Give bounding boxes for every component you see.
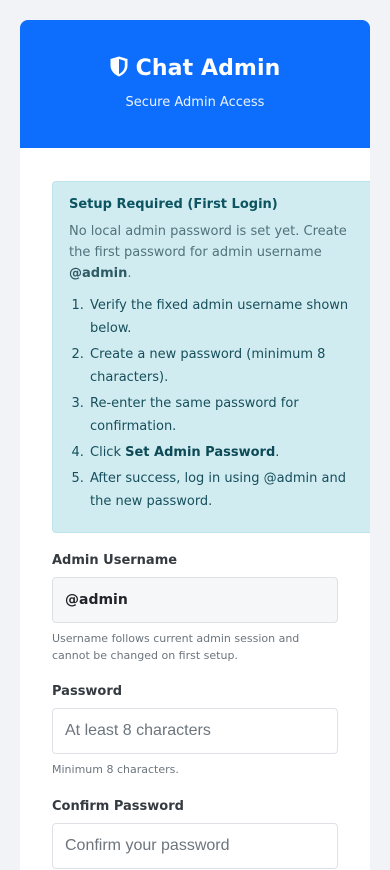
username-label: Admin Username (52, 553, 178, 568)
step-4-suffix: . (275, 445, 280, 460)
alert-description: No local admin password is set yet. Crea… (69, 221, 370, 284)
password-input[interactable] (52, 708, 338, 754)
step-item: After success, log in using @admin and t… (88, 467, 370, 513)
username-field: Admin Username Username follows current … (52, 553, 338, 664)
password-hint: Minimum 8 characters. (52, 763, 179, 776)
step-item: Verify the fixed admin username shown be… (88, 294, 370, 340)
alert-desc-end: . (127, 266, 132, 281)
password-label: Password (52, 684, 123, 699)
step-item: Create a new password (minimum 8 charact… (88, 343, 370, 389)
step-4-prefix: Click (90, 445, 126, 460)
header-subtitle: Secure Admin Access (125, 95, 265, 110)
app-title: Chat Admin (135, 56, 281, 81)
confirm-password-label: Confirm Password (52, 799, 184, 814)
step-item: Click Set Admin Password. (88, 441, 370, 464)
alert-desc-text: No local admin password is set yet. Crea… (69, 224, 347, 260)
step-item: Re-enter the same password for confirmat… (88, 392, 370, 438)
setup-card: Chat Admin Secure Admin Access Setup Req… (20, 20, 370, 870)
password-field: Password Minimum 8 characters. (52, 684, 338, 778)
alert-username: @admin (69, 266, 128, 281)
setup-alert: Setup Required (First Login) No local ad… (52, 181, 370, 533)
confirm-password-field: Confirm Password (52, 799, 338, 869)
card-body: Setup Required (First Login) No local ad… (20, 148, 370, 869)
confirm-password-input[interactable] (52, 823, 338, 869)
step-4-action: Set Admin Password (125, 445, 276, 460)
card-header: Chat Admin Secure Admin Access (20, 20, 370, 148)
alert-title: Setup Required (First Login) (69, 197, 278, 212)
username-hint: Username follows current admin session a… (52, 632, 300, 662)
username-input[interactable] (52, 577, 338, 623)
shield-icon (110, 56, 128, 81)
brand: Chat Admin (20, 56, 370, 81)
setup-steps: Verify the fixed admin username shown be… (69, 294, 370, 513)
